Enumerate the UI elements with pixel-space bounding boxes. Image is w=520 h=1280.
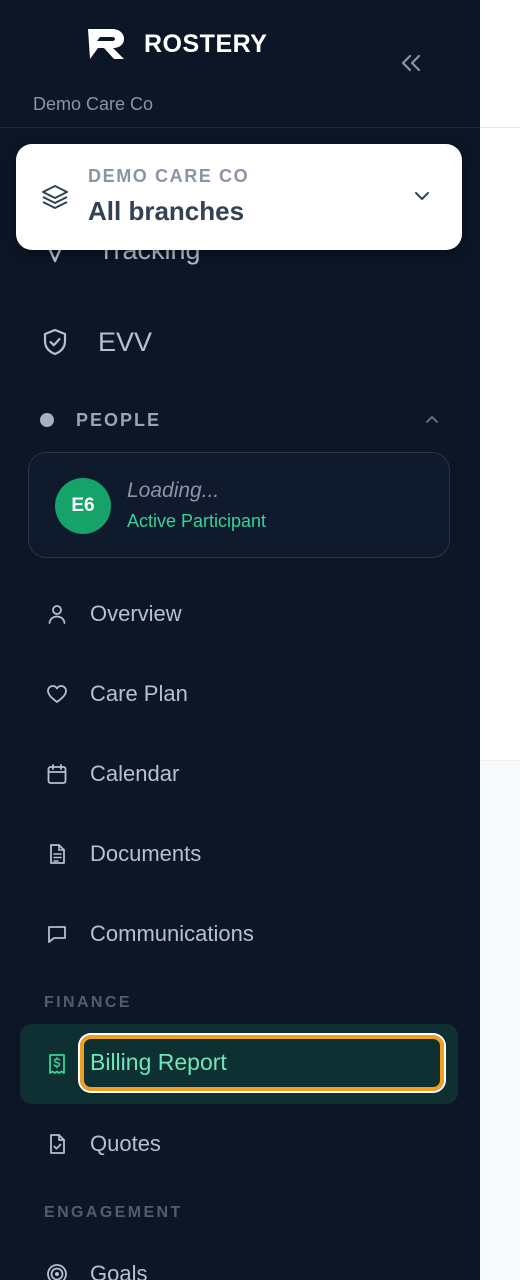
- nav-item-label: Quotes: [90, 1131, 161, 1156]
- avatar: E6: [55, 478, 111, 534]
- nav-item-billing-report[interactable]: Billing Report: [20, 1024, 458, 1104]
- message-icon: [48, 926, 66, 943]
- nav-item-evv[interactable]: EVV: [20, 312, 458, 372]
- collapse-sidebar-button[interactable]: [396, 50, 426, 76]
- nav-item-goals[interactable]: Goals: [20, 1246, 458, 1280]
- brand-name: ROSTERY: [144, 29, 268, 58]
- nav-item-label: EVV: [98, 326, 153, 357]
- nav-item-label: Documents: [90, 841, 202, 866]
- nav-item-label: Communications: [90, 921, 254, 946]
- content-panel: [480, 760, 520, 1280]
- nav-item-label: Calendar: [90, 761, 180, 786]
- rostery-logo-icon: [88, 29, 124, 59]
- section-title-engagement: ENGAGEMENT: [44, 1204, 183, 1221]
- nav-item-care-plan[interactable]: Care Plan: [20, 666, 458, 722]
- section-toggle-people[interactable]: PEOPLE: [40, 406, 440, 434]
- user-icon: [48, 605, 66, 624]
- header-divider: [0, 127, 480, 128]
- file-check-icon: [50, 1134, 65, 1154]
- nav-item-documents[interactable]: Documents: [20, 826, 458, 882]
- receipt-icon: [49, 1054, 65, 1074]
- calendar-icon: [47, 764, 67, 784]
- chevrons-left-icon: [401, 54, 421, 72]
- heart-icon: [47, 685, 67, 703]
- org-caption: Demo Care Co: [33, 94, 154, 114]
- section-title-finance: FINANCE: [44, 994, 132, 1011]
- chevron-up-icon: [426, 416, 438, 423]
- sidebar: ROSTERY Demo Care Co Tracking EVV PEOPLE…: [0, 0, 480, 1280]
- nav-item-label: Billing Report: [90, 1049, 227, 1075]
- org-switcher-eyebrow: DEMO CARE CO: [88, 166, 250, 186]
- participant-card[interactable]: E6 Loading... Active Participant: [28, 452, 450, 558]
- nav-item-label: Overview: [90, 601, 182, 626]
- document-icon: [50, 844, 65, 864]
- layers-icon: [42, 185, 68, 209]
- nav-item-communications[interactable]: Communications: [20, 906, 458, 962]
- main-content-pane: [480, 0, 520, 1280]
- nav-item-label: Care Plan: [90, 681, 188, 706]
- nav-item-quotes[interactable]: Quotes: [20, 1116, 458, 1172]
- org-switcher-value: All branches: [88, 196, 245, 226]
- participant-name: Loading...: [127, 479, 220, 502]
- header-divider: [480, 127, 520, 128]
- target-icon: [47, 1264, 67, 1280]
- org-switcher-dropdown[interactable]: DEMO CARE CO All branches: [16, 144, 462, 250]
- section-title: PEOPLE: [76, 409, 162, 430]
- nav-item-calendar[interactable]: Calendar: [20, 746, 458, 802]
- nav-item-label: Goals: [90, 1261, 148, 1280]
- nav-item-overview[interactable]: Overview: [20, 586, 458, 642]
- brand-logo[interactable]: ROSTERY: [86, 27, 267, 61]
- section-dot-icon: [40, 413, 54, 427]
- chevron-down-icon: [415, 192, 429, 200]
- shield-check-icon: [43, 328, 67, 356]
- participant-status: Active Participant: [127, 511, 267, 531]
